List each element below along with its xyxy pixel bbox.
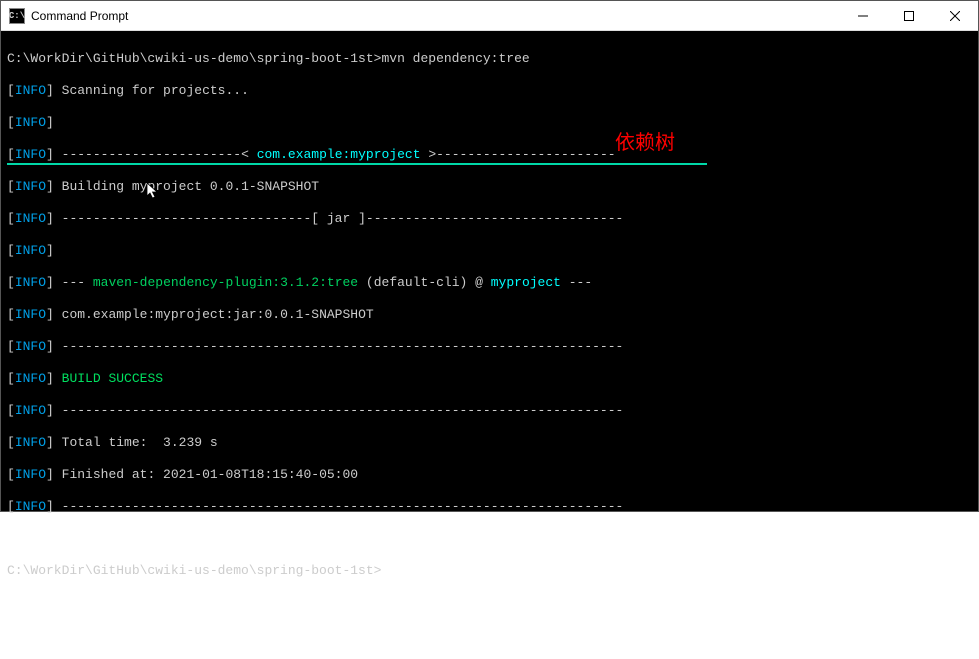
bracket: ] [46,211,62,226]
terminal-line [7,531,972,547]
terminal-line: [INFO] ---------------------------------… [7,339,972,355]
maximize-icon [904,11,914,21]
info-tag: INFO [15,115,46,130]
terminal-line: C:\WorkDir\GitHub\cwiki-us-demo\spring-b… [7,51,972,67]
prompt-path: C:\WorkDir\GitHub\cwiki-us-demo\spring-b… [7,563,381,578]
info-tag: INFO [15,467,46,482]
bracket: ] [46,371,62,386]
plugin-prefix: --- [62,275,93,290]
terminal-area[interactable]: C:\WorkDir\GitHub\cwiki-us-demo\spring-b… [1,31,978,511]
bracket: ] [46,275,62,290]
dash-line: ----------------------------------------… [62,403,624,418]
terminal-line: [INFO] ---------------------------------… [7,499,972,515]
terminal-line: [INFO] Total time: 3.239 s [7,435,972,451]
info-tag: INFO [15,403,46,418]
minimize-icon [858,11,868,21]
chinese-annotation: 依赖树 [615,135,675,151]
project-id: com.example:myproject [257,147,421,162]
bracket: [ [7,467,15,482]
terminal-line: [INFO] Finished at: 2021-01-08T18:15:40-… [7,467,972,483]
terminal-line: [INFO] --- maven-dependency-plugin:3.1.2… [7,275,972,291]
bracket: [ [7,339,15,354]
total-time: Total time: 3.239 s [62,435,218,450]
info-tag: INFO [15,211,46,226]
bracket: ] [46,467,62,482]
header-prefix: -----------------------< [62,147,257,162]
plugin-name: maven-dependency-plugin:3.1.2:tree [93,275,358,290]
minimize-button[interactable] [840,1,886,30]
bracket: ] [46,403,62,418]
info-tag: INFO [15,307,46,322]
bracket: [ [7,275,15,290]
prompt-path: C:\WorkDir\GitHub\cwiki-us-demo\spring-b… [7,51,381,66]
artifact-text: com.example:myproject:jar:0.0.1-SNAPSHOT [62,307,374,322]
terminal-line: [INFO] --------------------------------[… [7,211,972,227]
info-tag: INFO [15,179,46,194]
underline-annotation [7,163,707,165]
bracket: [ [7,211,15,226]
plugin-mid: (default-cli) @ [358,275,491,290]
cmd-icon: C:\ [9,8,25,24]
info-tag: INFO [15,371,46,386]
bracket: [ [7,435,15,450]
terminal-line: [INFO] [7,115,972,131]
bracket: ] [46,339,62,354]
bracket: ] [46,307,62,322]
bracket: [ [7,243,15,258]
window-title: Command Prompt [31,9,840,23]
bracket: [ [7,147,15,162]
plugin-project: myproject [491,275,561,290]
bracket: ] [46,243,62,258]
terminal-line: C:\WorkDir\GitHub\cwiki-us-demo\spring-b… [7,563,972,579]
info-tag: INFO [15,83,46,98]
terminal-line: [INFO] [7,243,972,259]
close-button[interactable] [932,1,978,30]
terminal-line: [INFO] ---------------------------------… [7,403,972,419]
scanning-text: Scanning for projects... [62,83,249,98]
cmd-icon-label: C:\ [9,11,25,21]
terminal-line: [INFO] -----------------------< com.exam… [7,147,972,163]
window-controls [840,1,978,30]
bracket: [ [7,307,15,322]
bracket: ] [46,179,62,194]
maximize-button[interactable] [886,1,932,30]
plugin-suffix: --- [561,275,592,290]
bracket: ] [46,115,62,130]
bracket: ] [46,147,62,162]
build-success: BUILD SUCCESS [62,371,163,386]
terminal-line: [INFO] Scanning for projects... [7,83,972,99]
finished-at: Finished at: 2021-01-08T18:15:40-05:00 [62,467,358,482]
titlebar: C:\ Command Prompt [1,1,978,31]
bracket: ] [46,435,62,450]
header-suffix: >----------------------- [421,147,616,162]
close-icon [950,11,960,21]
info-tag: INFO [15,435,46,450]
bracket: [ [7,115,15,130]
terminal-line: [INFO] BUILD SUCCESS [7,371,972,387]
bracket: [ [7,403,15,418]
terminal-line: [INFO] com.example:myproject:jar:0.0.1-S… [7,307,972,323]
mouse-cursor-icon [131,167,143,185]
info-tag: INFO [15,243,46,258]
dash-line: ----------------------------------------… [62,339,624,354]
info-tag: INFO [15,275,46,290]
command-text: mvn dependency:tree [381,51,529,66]
bracket: ] [46,83,62,98]
bracket: [ [7,83,15,98]
jar-line: --------------------------------[ jar ]-… [62,211,624,226]
building-text: Building myproject 0.0.1-SNAPSHOT [62,179,319,194]
info-tag: INFO [15,339,46,354]
bracket: [ [7,179,15,194]
bracket: [ [7,371,15,386]
info-tag: INFO [15,147,46,162]
